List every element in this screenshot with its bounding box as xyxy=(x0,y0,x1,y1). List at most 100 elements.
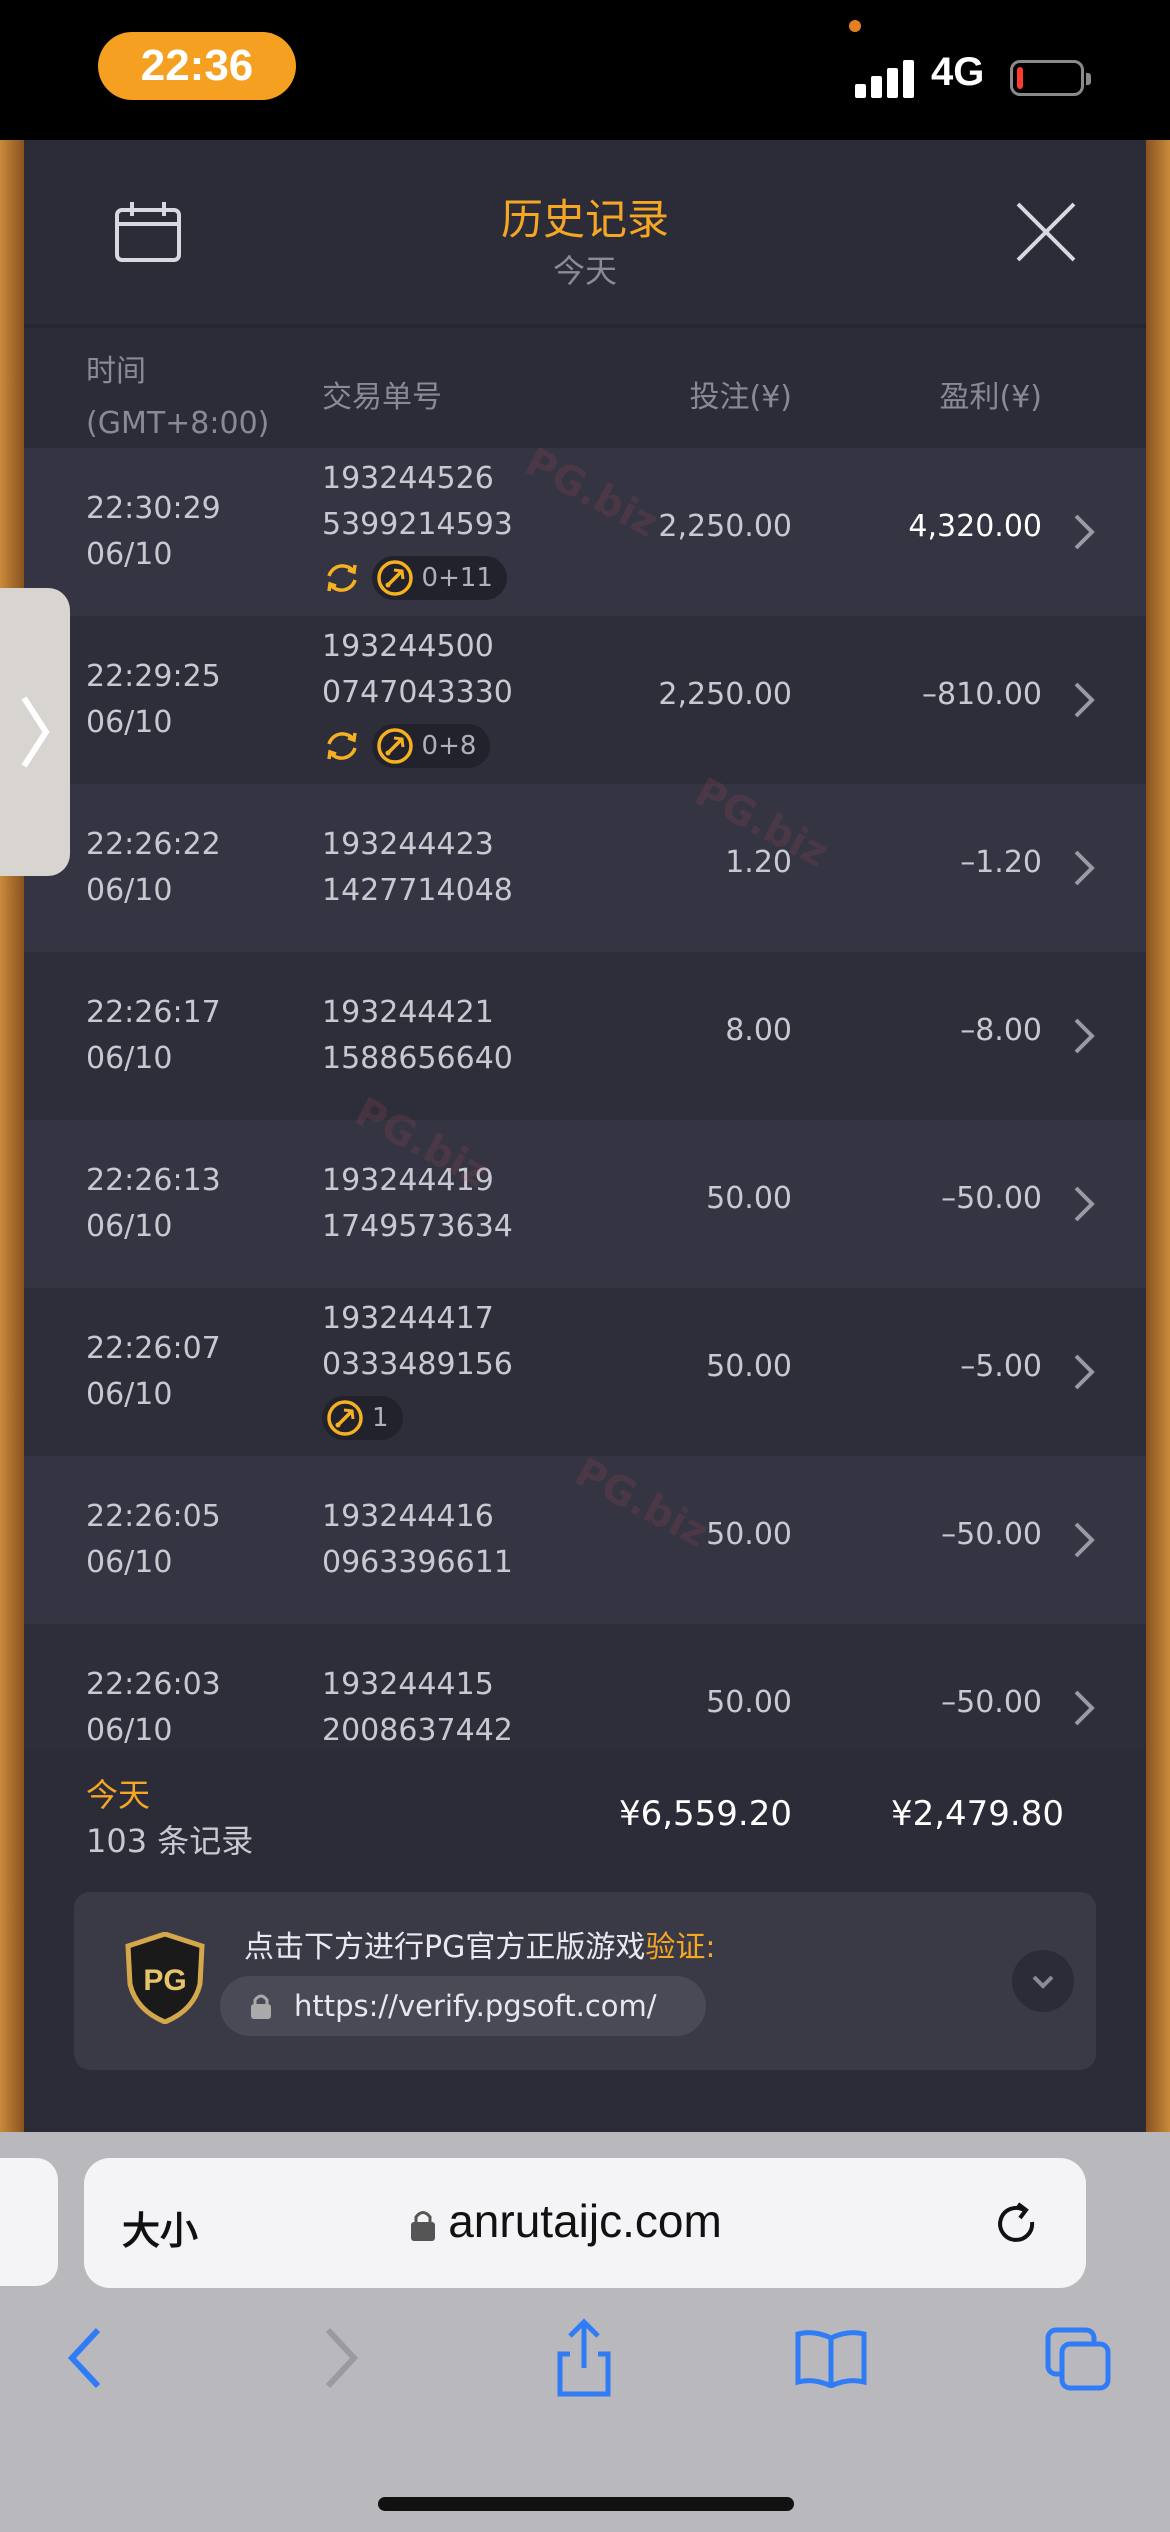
history-list: 22:30:29 06/10 193244526 5399214593 0+11 2,2… xyxy=(24,448,1146,1753)
lock-icon xyxy=(251,1994,271,2019)
modal-header: 历史记录 今天 xyxy=(24,140,1146,328)
verify-url-link[interactable]: https://verify.pgsoft.com/ xyxy=(220,1976,706,2036)
row-order: 193244526 5399214593 xyxy=(322,456,513,548)
back-icon[interactable] xyxy=(66,2324,106,2392)
verify-text-main: 点击下方进行PG官方正版游戏 xyxy=(244,1930,646,1965)
history-row[interactable]: 22:30:29 06/10 193244526 5399214593 0+11 2,2… xyxy=(24,448,1146,616)
row-badges: 0+8 xyxy=(322,724,491,768)
reload-icon[interactable] xyxy=(994,2200,1042,2248)
row-profit: –1.20 xyxy=(960,845,1042,880)
row-order-line1: 193244421 xyxy=(322,995,494,1030)
row-time-value: 22:26:22 xyxy=(86,827,221,862)
chevron-right-icon xyxy=(1074,682,1095,718)
row-order: 193244500 0747043330 xyxy=(322,624,513,716)
browser-chrome: 大小 anrutaijc.com xyxy=(0,2132,1170,2532)
history-row[interactable]: 22:29:25 06/10 193244500 0747043330 0+8 2,25… xyxy=(24,616,1146,784)
header-order: 交易单号 xyxy=(322,380,442,415)
row-badges: 1 xyxy=(322,1396,403,1440)
camera-indicator xyxy=(849,20,861,32)
row-order: 193244416 0963396611 xyxy=(322,1494,513,1586)
row-order: 193244423 1427714048 xyxy=(322,822,513,914)
row-order-line2: 1588656640 xyxy=(322,1041,513,1076)
row-order-line1: 193244500 xyxy=(322,629,494,664)
forward-icon[interactable] xyxy=(320,2324,360,2392)
chevron-down-icon xyxy=(1032,1975,1054,1989)
row-date-value: 06/10 xyxy=(86,1041,173,1076)
history-row[interactable]: 22:26:03 06/10 193244415 2008637442 50.00 –50… xyxy=(24,1624,1146,1753)
row-order: 193244417 0333489156 xyxy=(322,1296,513,1388)
modal-title: 历史记录 xyxy=(500,195,669,244)
respin-icon xyxy=(327,732,357,760)
row-profit: 4,320.00 xyxy=(908,509,1042,544)
chevron-right-icon xyxy=(21,696,50,768)
row-order-line1: 193244419 xyxy=(322,1163,494,1198)
summary-total-bet: ¥6,559.20 xyxy=(618,1794,792,1834)
row-time: 22:26:05 06/10 xyxy=(86,1494,221,1586)
row-time-value: 22:29:25 xyxy=(86,659,221,694)
side-drawer-handle[interactable] xyxy=(0,588,70,876)
row-date-value: 06/10 xyxy=(86,1545,173,1580)
free-spin-badge: 0+8 xyxy=(371,724,491,768)
date-filter-label[interactable]: 今天 xyxy=(24,246,1146,292)
previous-tab-stub[interactable] xyxy=(0,2158,58,2286)
row-order-line2: 0747043330 xyxy=(322,675,513,710)
row-profit: –50.00 xyxy=(941,1181,1042,1216)
row-time: 22:26:07 06/10 xyxy=(86,1326,221,1418)
chevron-right-icon xyxy=(1074,1354,1095,1390)
row-time: 22:26:22 06/10 xyxy=(86,822,221,914)
row-date-value: 06/10 xyxy=(86,1377,173,1412)
table-header: 时间 (GMT+8:00) 交易单号 投注(¥) 盈利(¥) xyxy=(24,332,1146,448)
history-row[interactable]: 22:26:05 06/10 193244416 0963396611 50.00 –50… xyxy=(24,1456,1146,1624)
row-order-line2: 5399214593 xyxy=(322,507,513,542)
history-row[interactable]: 22:26:22 06/10 193244423 1427714048 1.20 –1.2… xyxy=(24,784,1146,952)
chevron-right-icon xyxy=(1074,1018,1095,1054)
share-icon[interactable] xyxy=(552,2318,616,2398)
row-time-value: 22:26:13 xyxy=(86,1163,221,1198)
url-text: anrutaijc.com xyxy=(448,2195,722,2247)
row-order: 193244419 1749573634 xyxy=(322,1158,513,1250)
row-order-line2: 1427714048 xyxy=(322,873,513,908)
expand-button[interactable] xyxy=(1012,1950,1074,2012)
pg-shield-logo: PG xyxy=(125,1932,205,2024)
row-time: 22:26:13 06/10 xyxy=(86,1158,221,1250)
row-bet: 50.00 xyxy=(706,1685,792,1720)
verify-url-text: https://verify.pgsoft.com/ xyxy=(294,1989,657,2023)
row-order-line1: 193244417 xyxy=(322,1301,494,1336)
pg-logo-text: PG xyxy=(143,1964,186,1997)
tabs-icon[interactable] xyxy=(1044,2326,1114,2392)
free-spin-icon xyxy=(327,1400,363,1436)
row-order-line1: 193244526 xyxy=(322,461,494,496)
row-order-line1: 193244423 xyxy=(322,827,494,862)
chevron-right-icon xyxy=(1074,1690,1095,1726)
history-row[interactable]: 22:26:17 06/10 193244421 1588656640 8.00 –8.0… xyxy=(24,952,1146,1120)
respin-icon xyxy=(327,564,357,592)
close-icon[interactable] xyxy=(1014,200,1078,264)
row-time-value: 22:26:07 xyxy=(86,1331,221,1366)
free-spin-count: 1 xyxy=(372,1403,389,1433)
row-profit: –50.00 xyxy=(941,1517,1042,1552)
row-order-line1: 193244416 xyxy=(322,1499,494,1534)
row-time: 22:29:25 06/10 xyxy=(86,654,221,746)
signal-icon xyxy=(855,56,915,98)
row-badges: 0+11 xyxy=(322,556,507,600)
header-time-label: 时间 xyxy=(86,354,146,389)
bookmarks-icon[interactable] xyxy=(794,2328,868,2388)
row-profit: –8.00 xyxy=(960,1013,1042,1048)
verify-banner[interactable]: PG 点击下方进行PG官方正版游戏验证: https://verify.pgso… xyxy=(74,1892,1096,2070)
row-date-value: 06/10 xyxy=(86,1713,173,1748)
chevron-right-icon xyxy=(1074,514,1095,550)
row-order: 193244415 2008637442 xyxy=(322,1662,513,1753)
row-date-value: 06/10 xyxy=(86,1209,173,1244)
summary-bar: 今天 103 条记录 ¥6,559.20 ¥2,479.80 xyxy=(24,1750,1146,1880)
history-row[interactable]: 22:26:07 06/10 193244417 0333489156 1 50.00 –5… xyxy=(24,1288,1146,1456)
address-bar[interactable]: 大小 anrutaijc.com xyxy=(84,2158,1086,2288)
row-order-line2: 0333489156 xyxy=(322,1347,513,1382)
row-time-value: 22:26:17 xyxy=(86,995,221,1030)
summary-label: 今天 xyxy=(86,1776,151,1814)
status-time: 22:36 xyxy=(98,32,296,100)
row-order-line2: 1749573634 xyxy=(322,1209,513,1244)
free-spin-count: 0+8 xyxy=(421,731,477,761)
history-row[interactable]: 22:26:13 06/10 193244419 1749573634 50.00 –50… xyxy=(24,1120,1146,1288)
free-spin-icon xyxy=(376,560,413,596)
row-bet: 1.20 xyxy=(725,845,792,880)
